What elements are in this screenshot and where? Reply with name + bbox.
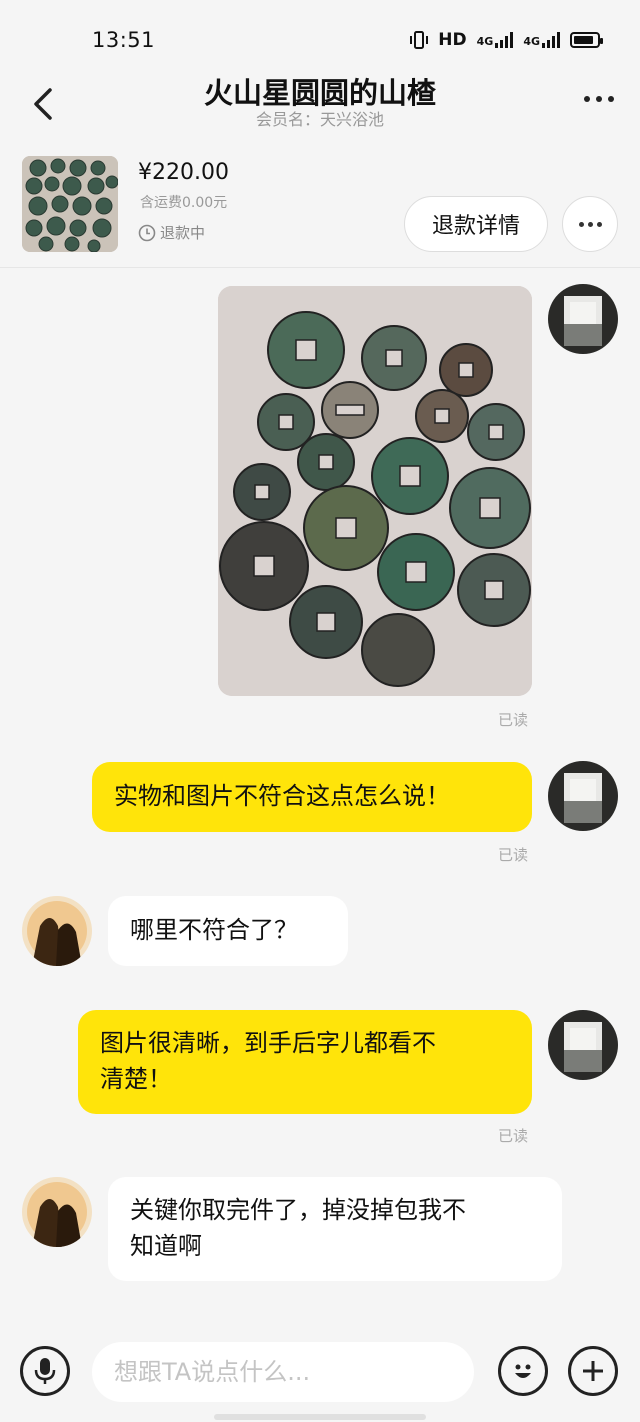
- microphone-icon: [34, 1358, 56, 1384]
- their-avatar[interactable]: [22, 896, 92, 966]
- member-name: 会员名：天兴浴池: [255, 110, 384, 129]
- network-1: 4G: [477, 32, 514, 48]
- read-receipt: 已读: [498, 711, 529, 729]
- their-avatar[interactable]: [22, 1177, 92, 1247]
- my-avatar[interactable]: [548, 761, 618, 831]
- message-bubble-mine[interactable]: 实物和图片不符合这点怎么说！: [92, 762, 532, 832]
- message-bubble-theirs[interactable]: 哪里不符合了？: [108, 896, 348, 966]
- message-line: 关键你取完件了，掉没掉包我不: [130, 1196, 466, 1224]
- vibrate-icon: [410, 31, 429, 49]
- input-bar: [0, 1330, 640, 1422]
- emoji-icon: [515, 1364, 531, 1378]
- message-bubble-mine[interactable]: 图片很清晰，到手后字儿都看不 清楚！: [78, 1010, 532, 1114]
- my-avatar[interactable]: [548, 1010, 618, 1080]
- more-options-button[interactable]: [584, 96, 614, 102]
- network-2: 4G: [523, 32, 560, 48]
- coins-photo: [218, 286, 532, 696]
- refund-status-label: 退款中: [160, 224, 206, 242]
- message-line: 知道啊: [130, 1232, 202, 1260]
- message-bubble-theirs[interactable]: 关键你取完件了，掉没掉包我不 知道啊: [108, 1177, 562, 1281]
- read-receipt: 已读: [498, 1127, 529, 1145]
- chat-header: 火山星圆圆的山楂 会员名：天兴浴池: [0, 62, 640, 142]
- read-receipt: 已读: [498, 846, 529, 864]
- refund-status: 退款中: [138, 222, 205, 243]
- voice-button[interactable]: [20, 1346, 70, 1396]
- message-text: 哪里不符合了？: [130, 916, 298, 944]
- message-line: 清楚！: [100, 1065, 172, 1093]
- message-line: 图片很清晰，到手后字儿都看不: [100, 1029, 436, 1057]
- message-text: 图片很清晰，到手后字儿都看不 清楚！: [100, 1010, 510, 1112]
- shipping-fee: 含运费0.00元: [140, 195, 228, 211]
- my-avatar[interactable]: [548, 284, 618, 354]
- product-thumbnail[interactable]: [22, 156, 118, 252]
- plus-icon: [583, 1361, 603, 1381]
- message-input[interactable]: [92, 1342, 474, 1402]
- network-1-label: 4G: [476, 35, 494, 48]
- order-more-button[interactable]: [562, 196, 618, 252]
- image-message[interactable]: [218, 286, 532, 696]
- hd-indicator: HD: [438, 30, 467, 50]
- network-2-label: 4G: [523, 35, 540, 48]
- order-price: ¥220.00: [138, 160, 229, 185]
- status-time: 13:51: [92, 28, 156, 52]
- emoji-button[interactable]: [498, 1346, 548, 1396]
- plus-button[interactable]: [568, 1346, 618, 1396]
- refund-details-button[interactable]: 退款详情: [404, 196, 548, 252]
- status-icons: HD 4G 4G: [410, 30, 603, 50]
- battery-icon: [570, 32, 603, 48]
- clock-icon: [138, 224, 156, 241]
- home-indicator[interactable]: [214, 1414, 426, 1420]
- message-text: 关键你取完件了，掉没掉包我不 知道啊: [130, 1177, 540, 1279]
- more-icon: [584, 96, 590, 102]
- more-icon: [578, 221, 584, 227]
- order-card[interactable]: ¥220.00 含运费0.00元 退款中 退款详情: [0, 146, 640, 268]
- signal-icon: [495, 32, 514, 48]
- signal-icon: [542, 32, 560, 48]
- message-text: 实物和图片不符合这点怎么说！: [114, 782, 450, 810]
